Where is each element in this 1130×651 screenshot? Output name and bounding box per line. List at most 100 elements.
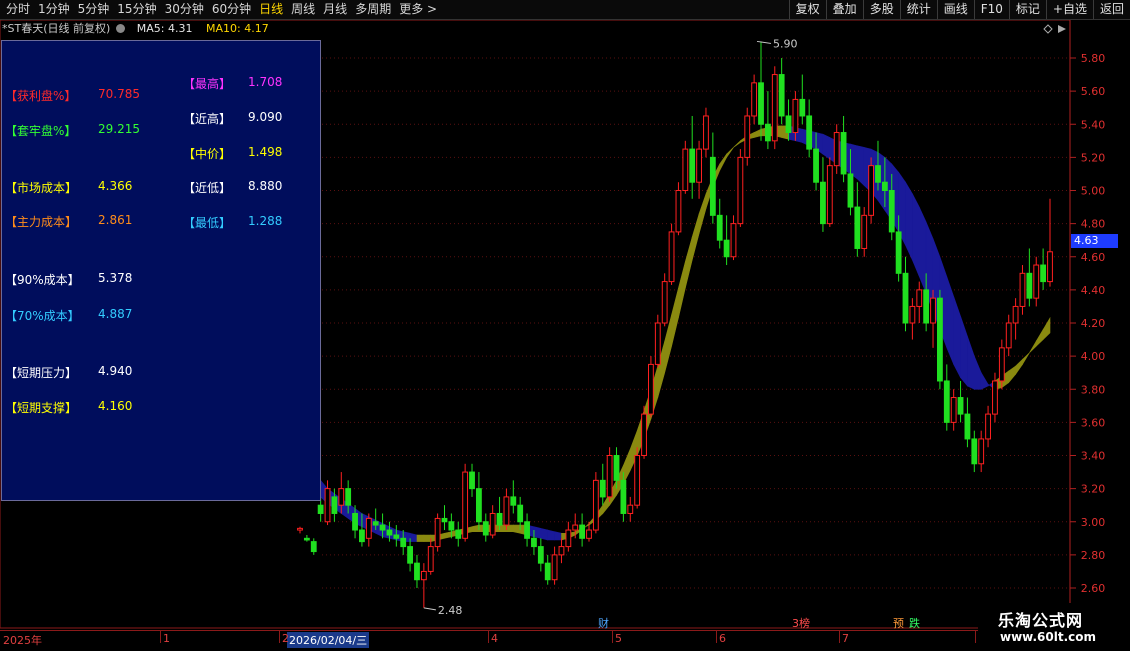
panel-right-label-4: 【最低】 (183, 216, 232, 230)
panel-left-label-6: 【短期压力】 (5, 366, 78, 380)
ma-band-segment (512, 524, 521, 534)
period-tab-5[interactable]: 60分钟 (208, 0, 255, 19)
tool-button-6[interactable]: 标记 (1008, 0, 1046, 19)
right-tools: 复权 叠加 多股 统计 画线 F10 标记 +自选 返回 (788, 0, 1130, 19)
candle-body (723, 239, 730, 258)
tool-button-8[interactable]: 返回 (1092, 0, 1130, 19)
panel-left-value-1: 29.215 (98, 122, 140, 136)
period-tab-2[interactable]: 5分钟 (74, 0, 114, 19)
brand-watermark: 乐淘公式网 www.60lt.com (978, 603, 1130, 650)
period-tab-1[interactable]: 1分钟 (34, 0, 74, 19)
event-marker-0[interactable]: 财 (598, 615, 609, 631)
candle-body (833, 132, 840, 167)
candle-body (957, 397, 964, 415)
period-tab-10[interactable]: 更多 > (395, 0, 441, 19)
period-tab-4[interactable]: 30分钟 (161, 0, 208, 19)
candle-body (820, 181, 826, 225)
tool-button-3[interactable]: 统计 (899, 0, 937, 19)
period-tab-3[interactable]: 15分钟 (113, 0, 160, 19)
panel-left-value-6: 4.940 (98, 364, 133, 378)
tool-button-4[interactable]: 画线 (936, 0, 974, 19)
candle-body (709, 156, 716, 216)
panel-right-label-2: 【中价】 (183, 147, 232, 161)
ma-band-segment (1029, 340, 1037, 354)
candle-body (379, 524, 386, 531)
panel-left-value-2: 4.366 (98, 179, 133, 193)
price-label-0: 5.80 (1081, 52, 1106, 65)
candle-body (703, 115, 709, 150)
tool-button-2[interactable]: 多股 (862, 0, 900, 19)
candle-body (992, 380, 998, 415)
candle-body (331, 496, 338, 514)
candle-body (778, 74, 785, 117)
price-label-6: 4.60 (1081, 251, 1106, 264)
candle-body (943, 380, 950, 423)
price-label-14: 3.00 (1081, 516, 1106, 529)
candle-body (799, 98, 806, 117)
price-label-8: 4.20 (1081, 317, 1106, 330)
candle-body (737, 156, 744, 225)
candle-body (998, 347, 1005, 382)
ma-band-segment (444, 531, 452, 539)
candle-body (386, 529, 393, 536)
event-marker-1[interactable]: 3榜 (792, 615, 810, 631)
tool-button-0[interactable]: 复权 (788, 0, 826, 19)
price-label-13: 3.20 (1081, 483, 1106, 496)
panel-left-label-5: 【70%成本】 (5, 309, 80, 323)
period-tab-7[interactable]: 周线 (287, 0, 319, 19)
candle-body (489, 512, 496, 536)
ma-band-segment (905, 181, 913, 261)
candle-body (881, 181, 888, 191)
month-label-4: 6 (719, 632, 726, 645)
candle-body (923, 289, 930, 324)
price-label-7: 4.40 (1081, 284, 1106, 297)
ma-band-segment (1035, 328, 1044, 347)
low-annotation: 2.48 (438, 604, 463, 617)
ma-band-segment (912, 193, 920, 277)
candle-body (558, 546, 565, 556)
candle-body (537, 546, 544, 564)
candle-body (448, 521, 455, 531)
candle-body (675, 190, 682, 233)
candle-body (338, 488, 345, 506)
event-marker-3[interactable]: 跌 (909, 615, 920, 631)
panel-left-label-7: 【短期支撑】 (5, 401, 78, 415)
candle-body (634, 455, 641, 506)
candle-body (978, 438, 985, 465)
period-tab-0[interactable]: 分时 (2, 0, 34, 19)
candle-body (414, 562, 420, 581)
cursor-date: 2026/02/04/三 (287, 632, 370, 648)
month-tick-line (839, 631, 840, 643)
ma-band-segment (953, 296, 961, 378)
candle-body (875, 165, 881, 183)
panel-right-value-1: 9.090 (248, 110, 283, 124)
candle-body (482, 521, 489, 536)
candle-body (648, 363, 654, 415)
price-label-10: 3.80 (1081, 383, 1106, 396)
period-tab-6[interactable]: 日线 (255, 0, 287, 19)
ma-band-segment (506, 524, 514, 533)
panel-left-label-1: 【套牢盘%】 (5, 124, 77, 138)
month-tick-line (612, 631, 613, 643)
month-tick-line (160, 631, 161, 643)
tool-button-7[interactable]: +自选 (1045, 0, 1093, 19)
candle-body (696, 148, 702, 183)
brand-url: www.60lt.com (1000, 630, 1097, 644)
tool-button-5[interactable]: F10 (973, 0, 1009, 19)
candle-body (372, 521, 379, 526)
candle-body (475, 488, 482, 523)
candle-body (420, 570, 427, 581)
month-label-3: 5 (615, 632, 622, 645)
candle-body (654, 322, 661, 365)
period-tab-8[interactable]: 月线 (319, 0, 351, 19)
panel-left-value-0: 70.785 (98, 87, 140, 101)
month-label-5: 7 (842, 632, 849, 645)
candle-body (572, 524, 579, 531)
ma-band-segment (684, 236, 693, 289)
tool-button-1[interactable]: 叠加 (825, 0, 863, 19)
candle-body (1005, 322, 1012, 349)
period-tab-9[interactable]: 多周期 (351, 0, 395, 19)
play-icon (1058, 25, 1066, 33)
price-label-12: 3.40 (1081, 450, 1106, 463)
event-marker-2[interactable]: 预 (893, 615, 904, 631)
